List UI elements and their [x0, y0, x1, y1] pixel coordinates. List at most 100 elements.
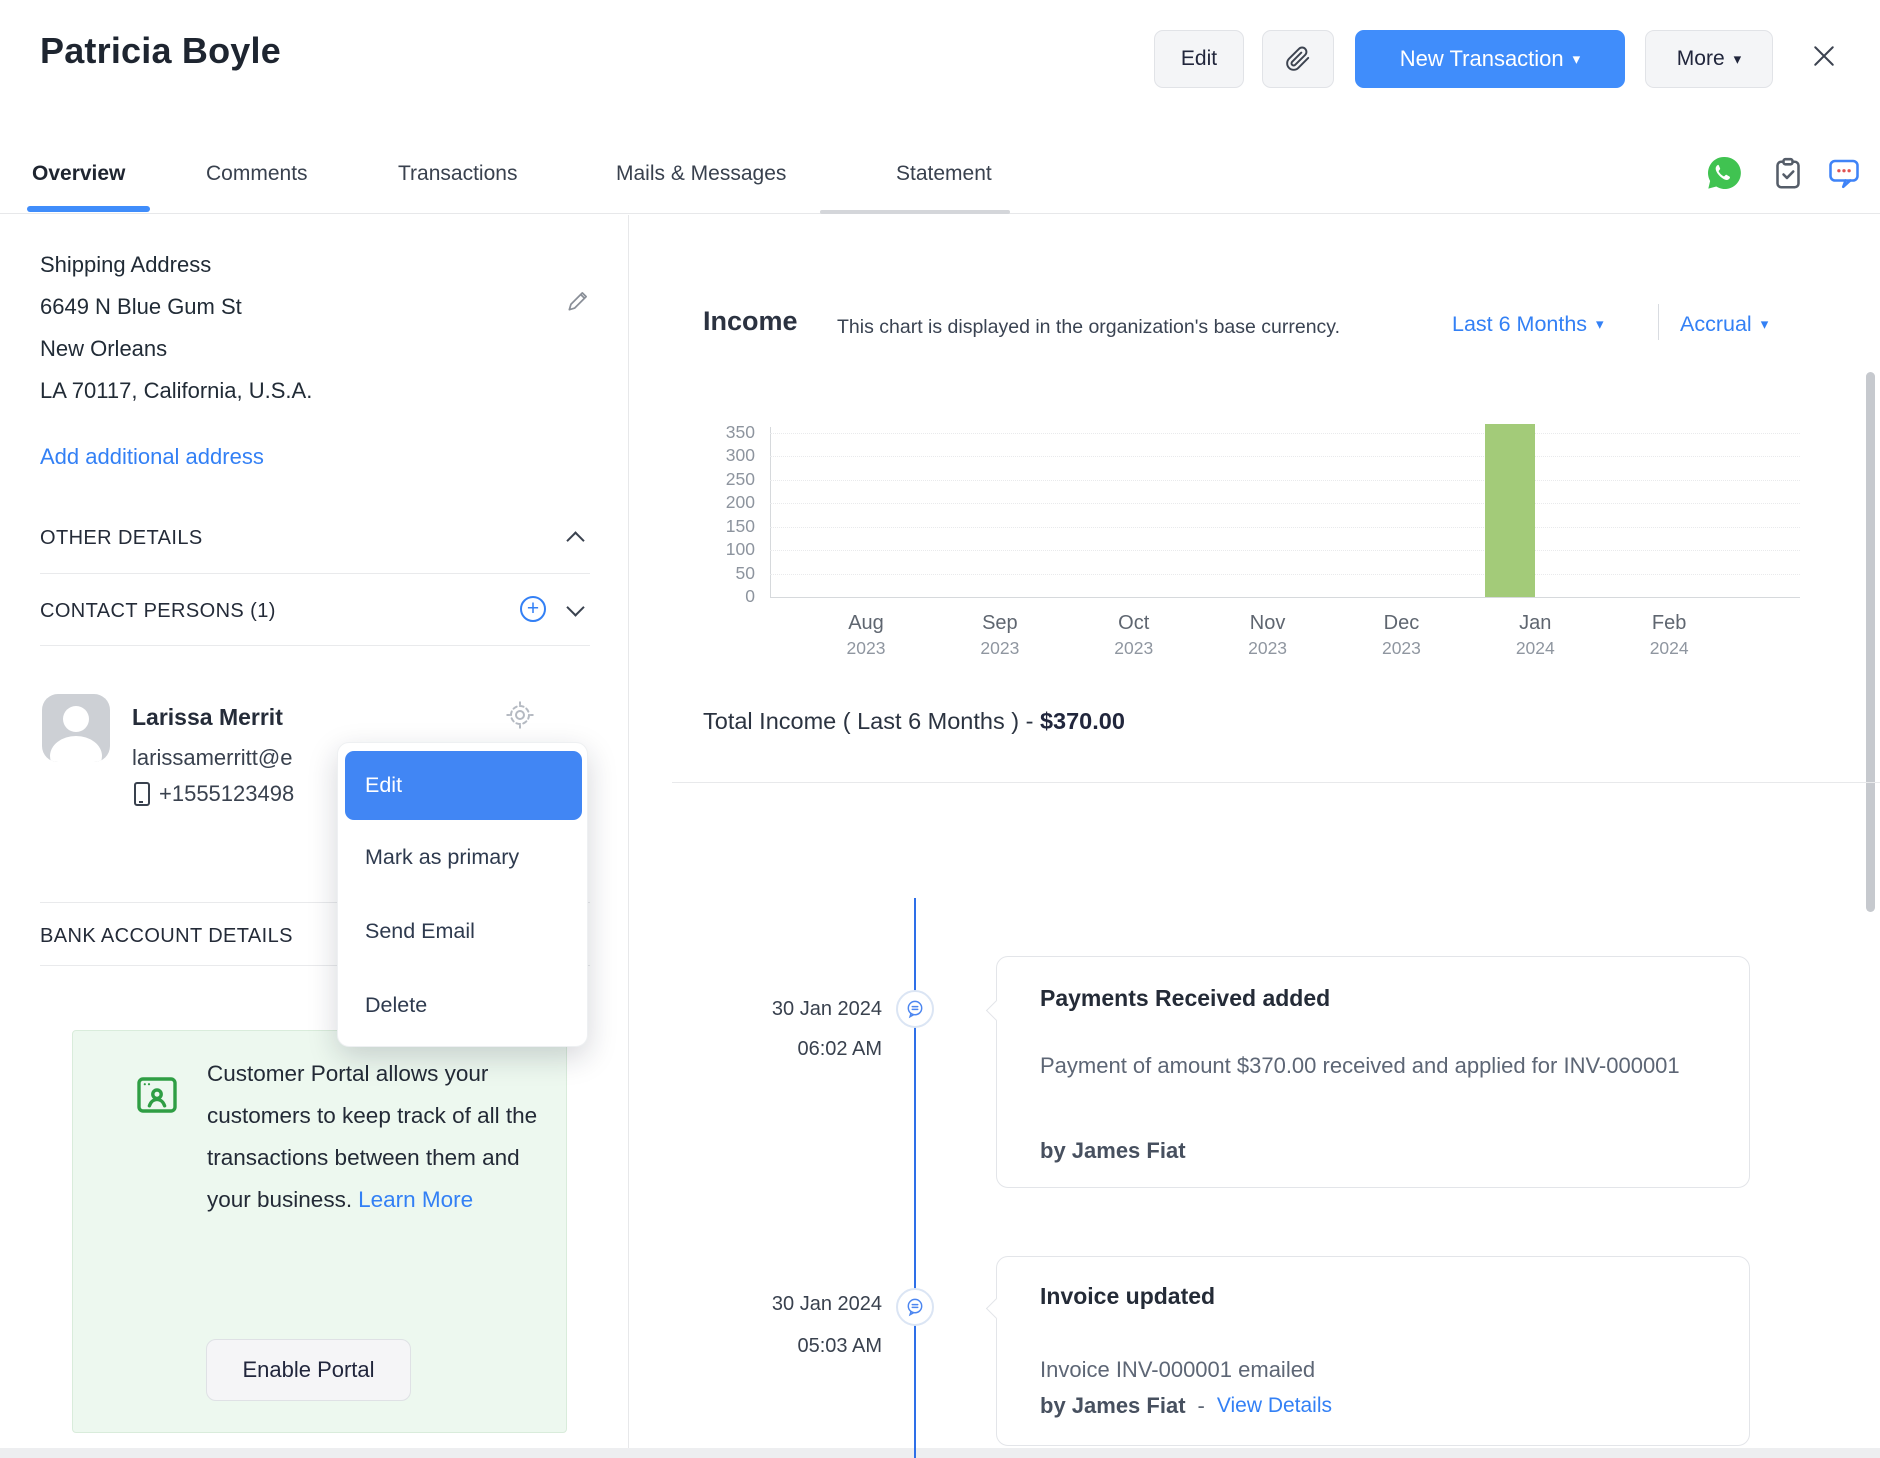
chart-x-label-year: 2024 [1624, 636, 1714, 661]
chart-x-label: Feb2024 [1624, 611, 1714, 661]
chart-x-label: Nov2023 [1223, 611, 1313, 661]
total-income-label: Total Income ( Last 6 Months ) - [703, 708, 1040, 734]
menu-item-send-email[interactable]: Send Email [338, 894, 587, 968]
divider [40, 645, 590, 646]
timeline-card-payment: Payments Received added Payment of amoun… [996, 956, 1750, 1188]
total-income-value: $370.00 [1040, 708, 1125, 734]
window-bottom-edge [0, 1448, 1880, 1458]
chart-x-label: Aug2023 [821, 611, 911, 661]
income-currency-note: This chart is displayed in the organizat… [837, 316, 1340, 339]
timeline-comment-icon [896, 1288, 934, 1326]
by-user: by James Fiat [1040, 1138, 1186, 1164]
period-dropdown[interactable]: Last 6 Months ▾ [1452, 312, 1604, 337]
chart-gridline [770, 574, 1800, 575]
tab-overview[interactable]: Overview [32, 162, 125, 186]
chevron-down-icon[interactable] [566, 598, 584, 616]
close-icon [1809, 41, 1839, 71]
customer-portal-description: Customer Portal allows your customers to… [207, 1053, 545, 1221]
chart-x-label-month: Oct [1089, 611, 1179, 636]
menu-item-mark-as-primary[interactable]: Mark as primary [338, 820, 587, 894]
mobile-phone-icon [134, 782, 150, 806]
horizontal-scrollbar-thumb[interactable] [820, 210, 1010, 214]
chart-gridline [770, 456, 1800, 457]
close-button[interactable] [1806, 38, 1842, 74]
period-dropdown-label: Last 6 Months [1452, 312, 1587, 337]
chart-x-label: Dec2023 [1356, 611, 1446, 661]
chart-y-axis-line [770, 427, 771, 597]
edit-button[interactable]: Edit [1154, 30, 1244, 88]
tab-mails-messages[interactable]: Mails & Messages [616, 162, 786, 186]
page-title: Patricia Boyle [40, 30, 281, 72]
dash-separator: - [1198, 1393, 1205, 1419]
chart-gridline [770, 433, 1800, 434]
by-user: by James Fiat [1040, 1393, 1186, 1419]
card-notch [986, 1298, 1007, 1319]
chart-gridline [770, 527, 1800, 528]
other-details-heading[interactable]: OTHER DETAILS [40, 527, 203, 550]
vertical-scrollbar-thumb[interactable] [1866, 372, 1875, 912]
timeline-card-title: Payments Received added [1040, 985, 1330, 1012]
add-additional-address-link[interactable]: Add additional address [40, 444, 264, 470]
contact-settings-gear-icon[interactable] [505, 700, 535, 730]
timeline-card-by: by James Fiat - View Details [1040, 1393, 1332, 1419]
chart-x-label-year: 2023 [1089, 636, 1179, 661]
new-transaction-label: New Transaction [1400, 46, 1564, 72]
attachment-button[interactable] [1262, 30, 1334, 88]
edit-address-icon[interactable] [565, 288, 591, 314]
card-notch [986, 1000, 1007, 1021]
menu-item-delete[interactable]: Delete [338, 968, 587, 1042]
chart-bar [1485, 424, 1535, 597]
chart-y-tick-label: 300 [690, 445, 755, 466]
timeline-date: 30 Jan 2024 [662, 1293, 882, 1316]
chart-x-label-year: 2023 [1356, 636, 1446, 661]
enable-portal-button[interactable]: Enable Portal [206, 1339, 411, 1401]
chart-gridline [770, 550, 1800, 551]
timeline-date: 30 Jan 2024 [662, 998, 882, 1021]
tab-comments[interactable]: Comments [206, 162, 308, 186]
chevron-up-icon[interactable] [566, 531, 584, 549]
tab-statement[interactable]: Statement [896, 162, 992, 186]
menu-item-edit[interactable]: Edit [345, 751, 582, 820]
chart-gridline [770, 480, 1800, 481]
timeline-card-body: Payment of amount $370.00 received and a… [1040, 1045, 1690, 1087]
contact-persons-heading[interactable]: CONTACT PERSONS (1) [40, 600, 276, 623]
caret-down-icon: ▾ [1596, 317, 1604, 332]
chart-x-label-year: 2023 [821, 636, 911, 661]
tab-transactions[interactable]: Transactions [398, 162, 517, 186]
accounting-basis-dropdown[interactable]: Accrual ▾ [1680, 312, 1768, 337]
shipping-address-heading: Shipping Address [40, 244, 312, 286]
customer-portal-banner: Customer Portal allows your customers to… [72, 1030, 567, 1433]
chart-y-tick-label: 350 [690, 422, 755, 443]
chart-x-label-month: Feb [1624, 611, 1714, 636]
contact-name: Larissa Merrit [132, 704, 283, 731]
contact-phone: +1555123498 [159, 781, 294, 807]
add-contact-person-icon[interactable]: + [520, 596, 546, 622]
active-tab-indicator [27, 206, 150, 212]
income-section-title: Income [703, 306, 798, 337]
basis-dropdown-label: Accrual [1680, 312, 1752, 337]
view-details-link[interactable]: View Details [1217, 1394, 1332, 1418]
chart-x-label-month: Dec [1356, 611, 1446, 636]
whatsapp-icon[interactable] [1705, 154, 1743, 192]
chart-y-tick-label: 250 [690, 469, 755, 490]
new-transaction-button[interactable]: New Transaction ▾ [1355, 30, 1625, 88]
contact-phone-row: +1555123498 [134, 781, 294, 807]
learn-more-link[interactable]: Learn More [358, 1187, 473, 1212]
timeline-time: 06:02 AM [662, 1038, 882, 1061]
caret-down-icon: ▾ [1761, 317, 1769, 332]
chart-x-label: Jan2024 [1490, 611, 1580, 661]
sidebar-divider [628, 215, 629, 1448]
chart-x-label-month: Nov [1223, 611, 1313, 636]
more-button-label: More [1677, 47, 1725, 71]
enable-portal-label: Enable Portal [242, 1357, 374, 1383]
chart-x-label-year: 2023 [955, 636, 1045, 661]
chart-y-tick-label: 50 [690, 563, 755, 584]
chart-x-label-year: 2024 [1490, 636, 1580, 661]
bank-account-details-heading[interactable]: BANK ACCOUNT DETAILS [40, 925, 293, 948]
chart-baseline [770, 597, 1800, 598]
contact-context-menu: Edit Mark as primary Send Email Delete [337, 742, 588, 1047]
chat-bubble-icon[interactable] [1826, 154, 1864, 192]
contact-avatar [42, 694, 110, 762]
more-button[interactable]: More ▾ [1645, 30, 1773, 88]
clipboard-check-icon[interactable] [1770, 154, 1808, 192]
